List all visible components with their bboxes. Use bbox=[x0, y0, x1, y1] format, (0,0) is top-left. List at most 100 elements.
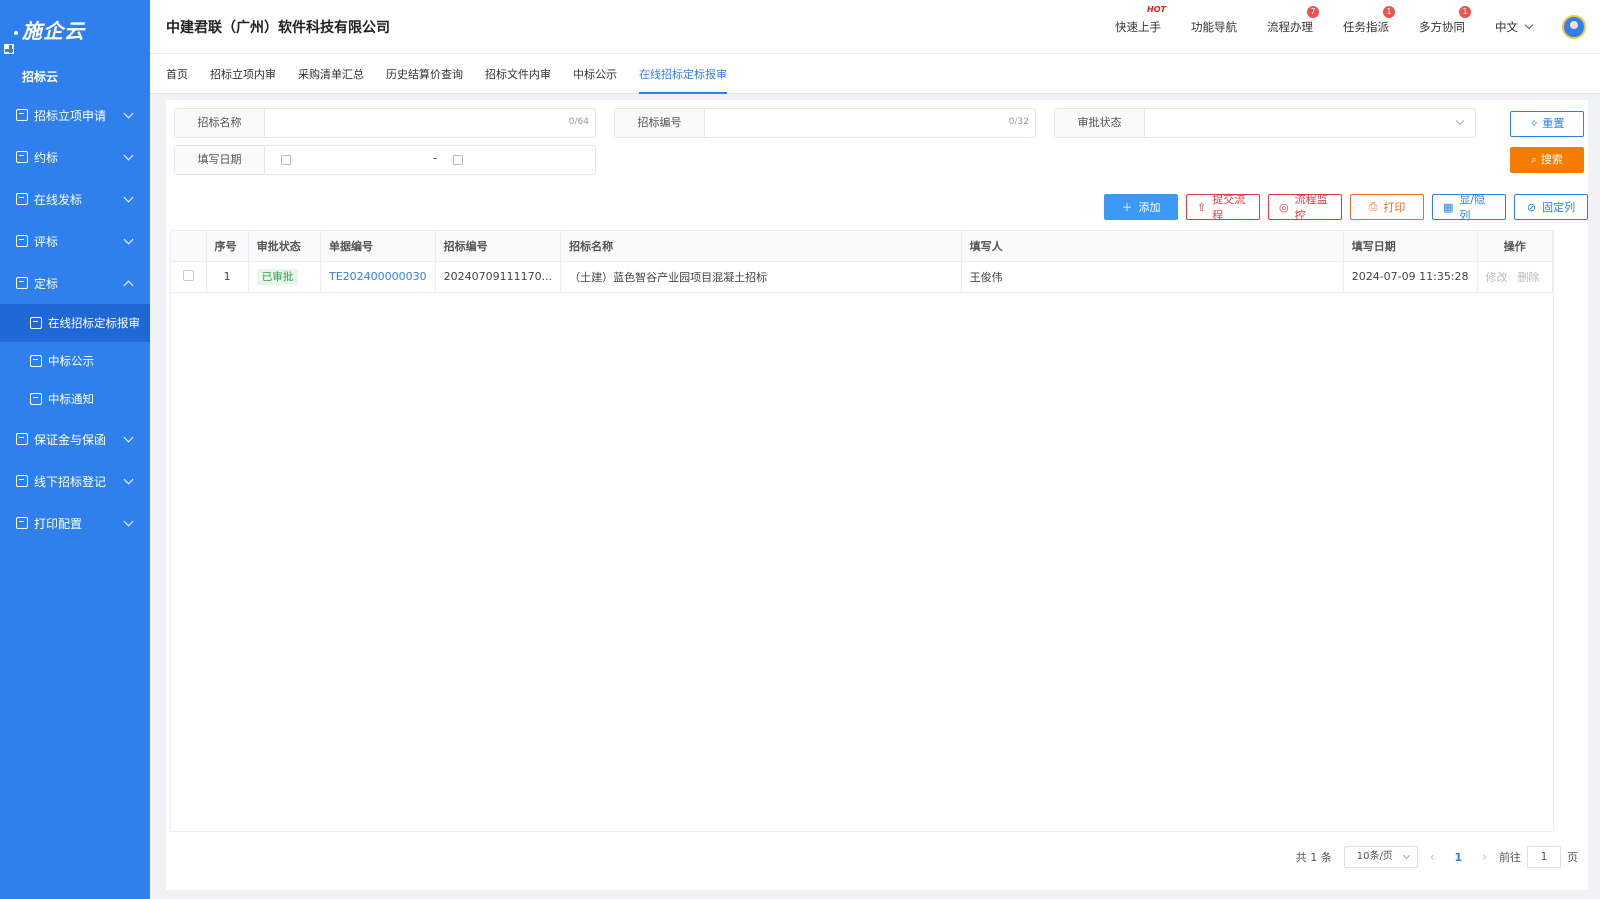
tab-award-notice[interactable]: 中标公示 bbox=[573, 54, 617, 94]
search-icon: ⌕ bbox=[1531, 153, 1541, 166]
collaboration-label: 多方协同 bbox=[1419, 19, 1465, 34]
approval-status-select[interactable] bbox=[1145, 109, 1475, 137]
chevron-up-icon bbox=[123, 280, 134, 290]
print-button[interactable]: ⎙ 打印 bbox=[1350, 194, 1424, 220]
logo-dot bbox=[14, 31, 18, 35]
bid-code-input[interactable]: 0/32 bbox=[705, 109, 1035, 137]
prev-page-button[interactable]: ‹ bbox=[1430, 850, 1435, 864]
collaboration-link[interactable]: 多方协同 1 bbox=[1419, 5, 1471, 35]
table-row[interactable]: 1 已审批 TE202400000030 20240709111170... （… bbox=[171, 261, 1554, 293]
filter-panel: 招标名称 0/64 招标编号 0/32 审批状态 填写日期 - ✧ 重置 ⌕ 搜… bbox=[166, 100, 1588, 186]
sidebar-subitem-online-award-review[interactable]: 在线招标定标报审 bbox=[0, 304, 150, 342]
sidebar-item-label: 约标 bbox=[34, 150, 59, 165]
sidebar-item-invite[interactable]: 约标 bbox=[0, 136, 150, 178]
sidebar-item-print-config[interactable]: 打印配置 bbox=[0, 502, 150, 544]
sidebar-item-evaluate[interactable]: 评标 bbox=[0, 220, 150, 262]
function-nav-link[interactable]: 功能导航 bbox=[1191, 19, 1237, 35]
fill-date-label: 填写日期 bbox=[175, 146, 265, 174]
doc-no-cell: TE202400000030 bbox=[320, 261, 436, 293]
sidebar-item-label: 保证金与保函 bbox=[34, 432, 107, 447]
task-assign-link[interactable]: 任务指派 1 bbox=[1343, 5, 1395, 35]
date-cell: 2024-07-09 11:35:28 bbox=[1343, 261, 1478, 293]
fix-columns-label: 固定列 bbox=[1542, 201, 1576, 214]
clipboard-check-icon bbox=[16, 235, 28, 247]
bid-code-field: 招标编号 0/32 bbox=[614, 108, 1036, 138]
index-cell: 1 bbox=[206, 261, 249, 293]
avatar[interactable] bbox=[1562, 14, 1586, 39]
plus-icon: ＋ bbox=[1121, 201, 1133, 214]
sidebar-subitem-label: 中标公示 bbox=[48, 354, 94, 368]
column-header: 操作 bbox=[1477, 231, 1554, 262]
quick-start-link[interactable]: 快速上手 HOT bbox=[1115, 5, 1166, 35]
date-range-input[interactable]: - bbox=[265, 146, 595, 174]
approval-status-field: 审批状态 bbox=[1054, 108, 1476, 138]
page-size-label: 10条/页 bbox=[1356, 851, 1393, 862]
logo[interactable]: 施企云 bbox=[0, 0, 150, 58]
logo-text: 施企云 bbox=[22, 18, 85, 43]
sidebar: 施企云 招标云 招标立项申请 约标 在线发标 评标 定标 在线招标定标报审 中标… bbox=[0, 0, 150, 899]
data-table: 序号 审批状态 单据编号 招标编号 招标名称 填写人 填写日期 操作 1 已审批… bbox=[170, 230, 1554, 832]
page-size-select[interactable]: 10条/页 bbox=[1343, 846, 1418, 868]
sidebar-item-offline-register[interactable]: 线下招标登记 bbox=[0, 460, 150, 502]
language-select[interactable]: 中文 bbox=[1495, 19, 1534, 35]
tab-online-award-review[interactable]: 在线招标定标报审 bbox=[639, 54, 727, 94]
doc-no-link[interactable]: TE202400000030 bbox=[329, 270, 427, 283]
edit-link[interactable]: 修改 bbox=[1486, 271, 1508, 284]
tab-home[interactable]: 首页 bbox=[166, 54, 188, 94]
chevron-down-icon bbox=[1524, 20, 1534, 30]
search-button[interactable]: ⌕ 搜索 bbox=[1510, 147, 1584, 173]
table-header-row: 序号 审批状态 单据编号 招标编号 招标名称 填写人 填写日期 操作 bbox=[171, 231, 1554, 262]
actions-cell: 修改 删除 bbox=[1477, 261, 1554, 293]
column-header: 填写人 bbox=[961, 231, 1344, 262]
sidebar-item-zhaobiaoyun[interactable]: 招标云 bbox=[0, 44, 150, 94]
main-content: 招标名称 0/64 招标编号 0/32 审批状态 填写日期 - ✧ 重置 ⌕ 搜… bbox=[166, 100, 1588, 890]
calendar-icon bbox=[281, 155, 291, 165]
tab-purchase-summary[interactable]: 采购清单汇总 bbox=[298, 54, 364, 94]
sidebar-item-label: 在线发标 bbox=[34, 192, 83, 207]
process-handle-link[interactable]: 流程办理 7 bbox=[1267, 5, 1319, 35]
row-checkbox[interactable] bbox=[182, 269, 194, 281]
tab-history-price[interactable]: 历史结算价查询 bbox=[386, 54, 463, 94]
select-column-header bbox=[171, 231, 207, 262]
tab-bid-doc-review[interactable]: 招标文件内审 bbox=[485, 54, 551, 94]
char-counter: 0/64 bbox=[568, 117, 589, 127]
bid-name-label: 招标名称 bbox=[175, 109, 265, 137]
fix-columns-button[interactable]: ⊘ 固定列 bbox=[1514, 194, 1588, 220]
table-panel: ＋ 添加 ⇧ 提交流程 ◎ 流程监控 ⎙ 打印 ▦ 显/隐列 ⊘ 固定列 序号 审批状态 单… bbox=[166, 186, 1588, 890]
process-monitor-button[interactable]: ◎ 流程监控 bbox=[1268, 193, 1342, 222]
sidebar-subitem-award-letter[interactable]: 中标通知 bbox=[0, 380, 150, 418]
sidebar-item-online-bid[interactable]: 在线发标 bbox=[0, 178, 150, 220]
current-page[interactable]: 1 bbox=[1455, 851, 1463, 864]
chevron-down-icon bbox=[1455, 116, 1465, 126]
sidebar-item-label: 线下招标登记 bbox=[34, 474, 107, 489]
sidebar-item-award[interactable]: 定标 bbox=[0, 262, 150, 304]
monitor-label: 流程监控 bbox=[1294, 193, 1328, 222]
org-chart-icon bbox=[30, 355, 42, 367]
add-button[interactable]: ＋ 添加 bbox=[1104, 194, 1178, 220]
filler-cell: 王俊伟 bbox=[961, 261, 1344, 293]
toggle-columns-button[interactable]: ▦ 显/隐列 bbox=[1432, 193, 1506, 222]
bid-name-input[interactable]: 0/64 bbox=[265, 109, 595, 137]
sidebar-subitem-label: 中标通知 bbox=[48, 392, 94, 406]
column-header: 招标名称 bbox=[560, 231, 962, 262]
reset-button[interactable]: ✧ 重置 bbox=[1510, 111, 1584, 137]
chevron-down-icon bbox=[1402, 851, 1410, 860]
sidebar-top-label: 招标云 bbox=[22, 69, 59, 84]
sidebar-item-project-apply[interactable]: 招标立项申请 bbox=[0, 94, 150, 136]
next-page-button[interactable]: › bbox=[1482, 850, 1487, 864]
sidebar-subitem-label: 在线招标定标报审 bbox=[48, 316, 140, 330]
submit-process-button[interactable]: ⇧ 提交流程 bbox=[1186, 193, 1260, 222]
page-tabs: 首页 招标立项内审 采购清单汇总 历史结算价查询 招标文件内审 中标公示 在线招… bbox=[150, 54, 1600, 94]
goto-page-input[interactable]: 1 bbox=[1527, 846, 1561, 868]
count-badge: 7 bbox=[1307, 5, 1319, 18]
language-label: 中文 bbox=[1495, 19, 1518, 34]
chevron-down-icon bbox=[123, 474, 134, 484]
sidebar-item-deposit[interactable]: 保证金与保函 bbox=[0, 418, 150, 460]
add-label: 添加 bbox=[1138, 201, 1161, 214]
tab-project-review[interactable]: 招标立项内审 bbox=[210, 54, 276, 94]
sidebar-subitem-award-notice[interactable]: 中标公示 bbox=[0, 342, 150, 380]
bid-code-label: 招标编号 bbox=[615, 109, 705, 137]
bid-name-field: 招标名称 0/64 bbox=[174, 108, 596, 138]
delete-link[interactable]: 删除 bbox=[1518, 271, 1540, 284]
toggle-columns-label: 显/隐列 bbox=[1459, 193, 1486, 222]
